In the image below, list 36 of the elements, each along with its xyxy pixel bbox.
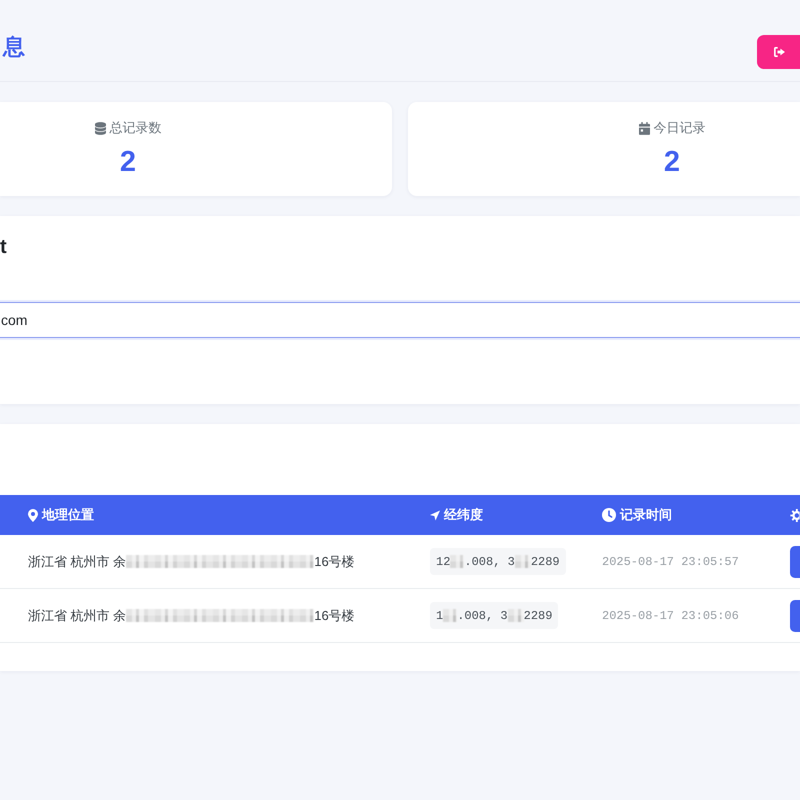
address-text: 浙江省 杭州市 余 xyxy=(28,552,126,570)
stat-value: 2 xyxy=(120,145,136,180)
record-time: 2025-08-17 23:05:57 xyxy=(602,554,739,568)
record-time: 2025-08-17 23:05:06 xyxy=(602,608,739,622)
column-header: 地理位置 xyxy=(42,506,94,524)
coordinate-text: .008, 3 xyxy=(464,554,515,568)
calendar-icon xyxy=(638,122,650,134)
action-button[interactable] xyxy=(790,546,800,578)
coordinate-text: 2289 xyxy=(530,554,560,568)
pixelated-blur xyxy=(514,555,531,568)
location-arrow-icon xyxy=(430,508,440,522)
stat-label: 总记录数 xyxy=(110,119,162,137)
address-text: 16号楼 xyxy=(314,606,355,624)
database-icon xyxy=(94,122,106,134)
coordinate-text: .008, 3 xyxy=(457,608,508,622)
coordinate-text: 12 xyxy=(436,554,450,568)
gear-icon xyxy=(790,508,800,522)
clock-icon xyxy=(602,508,616,522)
logout-button[interactable] xyxy=(757,35,800,69)
sign-out-icon xyxy=(774,47,785,57)
coordinate-text: 2289 xyxy=(524,608,552,622)
address-text: 浙江省 杭州市 余 xyxy=(28,606,126,624)
pixelated-blur xyxy=(450,555,464,568)
pixelated-blur xyxy=(508,609,524,622)
map-pin-icon xyxy=(28,508,38,522)
input-field[interactable]: com xyxy=(0,302,800,338)
stat-value: 2 xyxy=(664,145,680,180)
page-title: 息 xyxy=(1,33,26,61)
column-header: 经纬度 xyxy=(444,506,483,524)
stat-label: 今日记录 xyxy=(654,119,706,137)
column-header: 记录时间 xyxy=(620,506,672,524)
action-button[interactable] xyxy=(790,600,800,632)
coordinate-text: 1 xyxy=(436,608,444,622)
address-text: 16号楼 xyxy=(314,552,355,570)
pixelated-blur xyxy=(443,609,458,622)
section-title: t xyxy=(0,235,8,259)
